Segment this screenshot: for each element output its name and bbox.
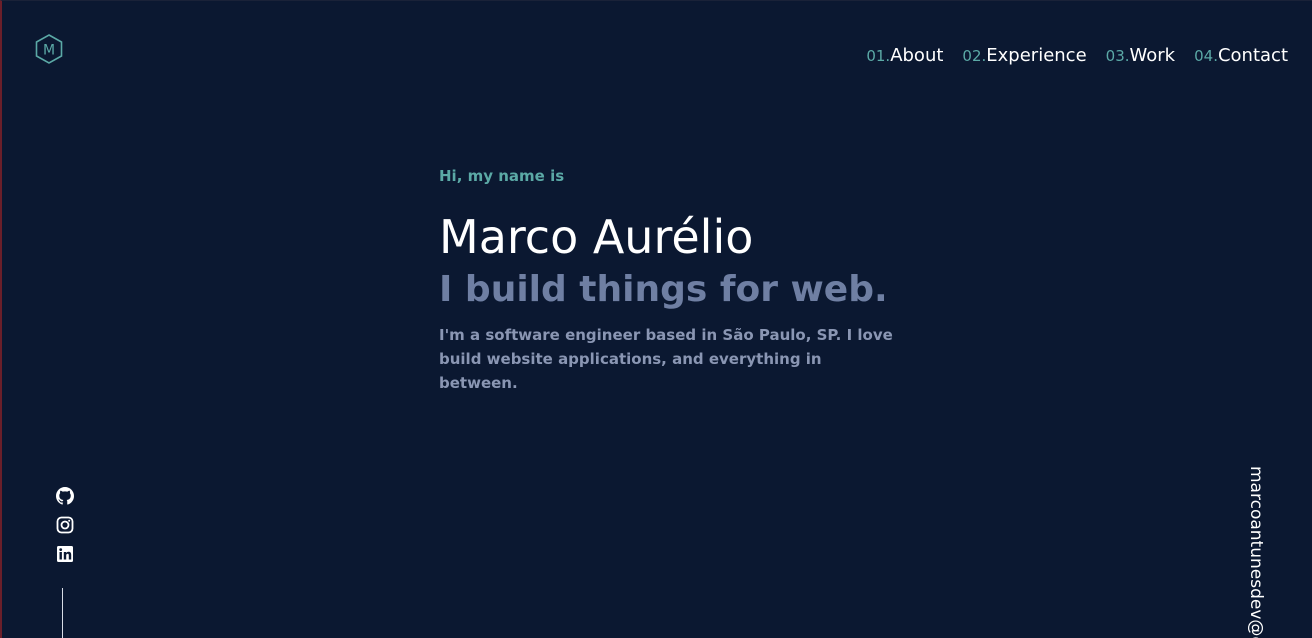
nav-experience[interactable]: 02. Experience [962,45,1086,66]
instagram-link[interactable] [56,516,74,534]
linkedin-link[interactable] [56,545,74,563]
nav-about[interactable]: 01. About [866,45,943,66]
nav-label: Contact [1217,45,1288,66]
hexagon-logo-icon: M [35,34,63,64]
nav-label: Experience [986,45,1087,66]
linkedin-icon [57,546,73,562]
hero-bio: I'm a software engineer based in São Pau… [439,326,893,392]
hero-name: Marco Aurélio [439,210,754,264]
nav-number: 02. [962,47,987,65]
social-links [56,487,74,563]
email-link[interactable]: marcoantunesdev@g [1246,466,1266,638]
github-icon [56,487,74,505]
logo-link[interactable]: M [34,33,64,65]
nav-number: 01. [866,47,891,65]
nav-work[interactable]: 03. Work [1106,45,1175,66]
instagram-icon [56,516,74,534]
nav-label: Work [1129,45,1176,66]
portfolio-page: M 01. About 02. Experience 03. Work 04. … [0,0,1312,638]
nav-contact[interactable]: 04. Contact [1194,45,1288,66]
hero-greeting: Hi, my name is [439,167,565,185]
github-link[interactable] [56,487,74,505]
hero-tagline: I build things for web. [439,269,888,310]
hero-section: Hi, my name is Marco Aurélio I build thi… [439,167,899,395]
social-divider-line [62,588,63,638]
main-nav: 01. About 02. Experience 03. Work 04. Co… [866,45,1288,66]
nav-label: About [890,45,944,66]
nav-number: 03. [1105,47,1130,65]
logo-letter: M [43,43,55,59]
nav-number: 04. [1194,47,1218,65]
